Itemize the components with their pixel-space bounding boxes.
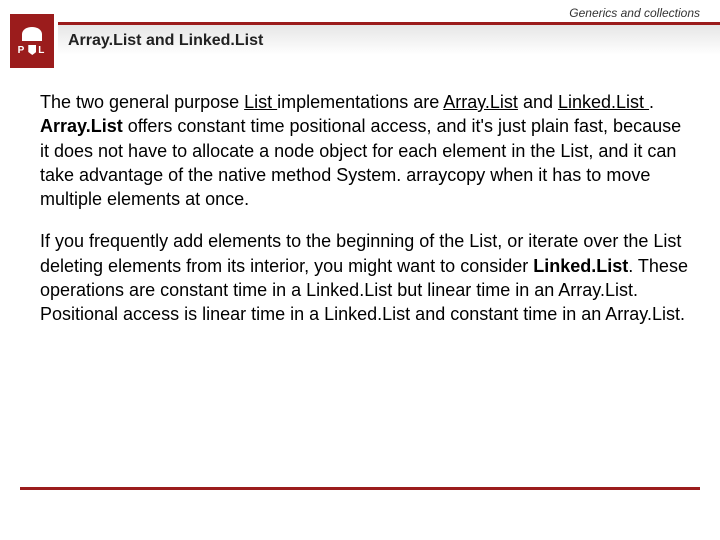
text: implementations are	[277, 92, 443, 112]
text: and	[518, 92, 558, 112]
institution-logo: P L	[10, 14, 54, 68]
footer-red-line	[20, 487, 700, 490]
logo-letters: P L	[18, 45, 47, 56]
logo-eagle-icon	[22, 27, 42, 41]
paragraph-1: The two general purpose List implementat…	[40, 90, 692, 211]
paragraph-2: If you frequently add elements to the be…	[40, 229, 692, 326]
text: offers constant time positional access, …	[40, 116, 681, 209]
slide-header: P L Generics and collections Array.List …	[0, 0, 720, 74]
logo-l: L	[38, 45, 46, 56]
link-linkedlist[interactable]: Linked.List	[558, 92, 649, 112]
bold-arraylist: Array.List	[40, 116, 123, 136]
text: .	[649, 92, 654, 112]
logo-shield-icon	[28, 45, 36, 55]
bold-linkedlist: Linked.List	[533, 256, 628, 276]
category-label: Generics and collections	[569, 6, 700, 20]
logo-p: P	[18, 45, 27, 56]
link-list[interactable]: List	[244, 92, 277, 112]
slide-title: Array.List and Linked.List	[68, 32, 263, 50]
link-arraylist[interactable]: Array.List	[443, 92, 518, 112]
slide-body: The two general purpose List implementat…	[40, 90, 692, 345]
text: The two general purpose	[40, 92, 244, 112]
